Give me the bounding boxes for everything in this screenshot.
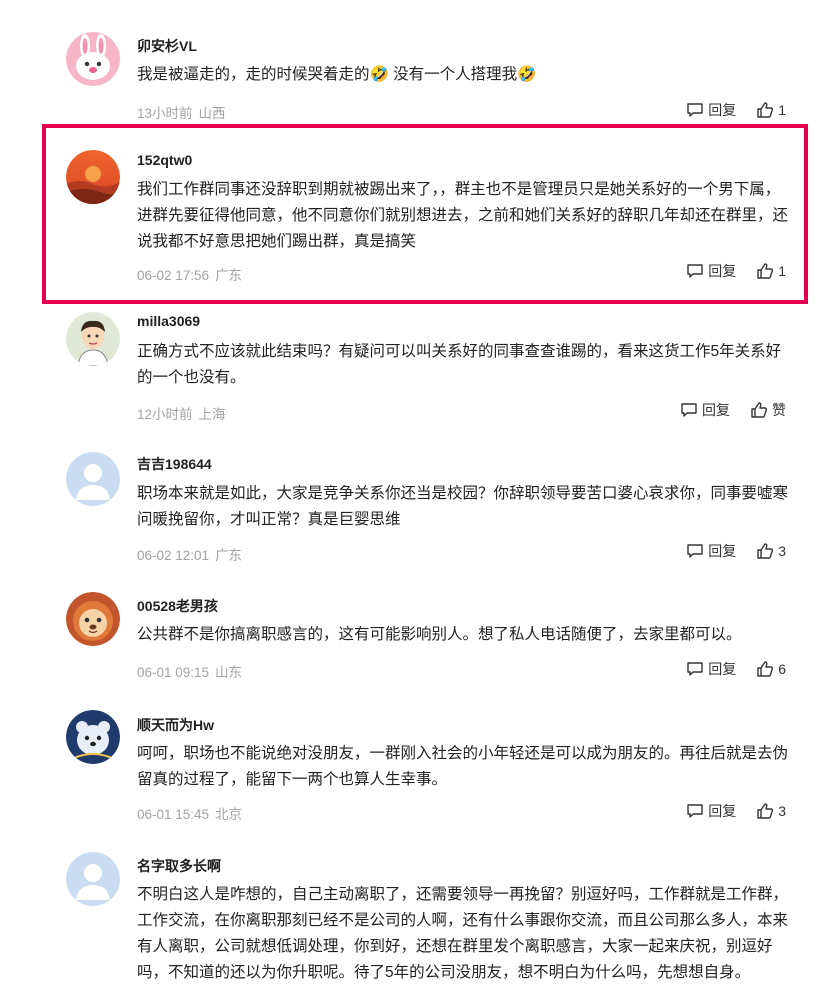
reply-icon (681, 403, 697, 417)
location: 山西 (198, 106, 226, 121)
default-avatar[interactable] (66, 852, 120, 906)
reply-label: 回复 (708, 661, 737, 677)
thumbs-up-icon (757, 803, 774, 819)
reply-icon (687, 264, 703, 278)
reply-label: 回复 (708, 543, 737, 559)
username[interactable]: 152qtw0 (137, 152, 192, 168)
like-button[interactable]: 3 (756, 542, 786, 560)
location: 北京 (215, 807, 243, 822)
reply-button[interactable]: 回复 (686, 801, 736, 821)
comment-actions: 回复 赞 (680, 400, 786, 420)
comment-text: 呵呵，职场也不能说绝对没朋友，一群刚入社会的小年轻还是可以成为朋友的。再往后就是… (137, 745, 789, 788)
comment-actions: 回复 6 (686, 659, 786, 679)
reply-icon (687, 662, 703, 676)
comment-meta: 06-02 12:01 广东 (137, 544, 242, 564)
like-count: 3 (778, 803, 786, 819)
reply-label: 回复 (708, 102, 737, 118)
timestamp: 06-01 09:15 (137, 665, 210, 680)
thumbs-up-icon (757, 661, 774, 677)
timestamp: 06-01 15:45 (137, 807, 210, 822)
comment-meta: 06-02 17:56 广东 (137, 264, 242, 284)
default-avatar[interactable] (66, 452, 120, 506)
reply-label: 回复 (708, 263, 737, 279)
reply-label: 回复 (702, 402, 730, 418)
reply-icon (687, 544, 703, 558)
comment-actions: 回复 1 (686, 100, 786, 120)
like-count: 3 (778, 543, 786, 559)
like-button[interactable]: 1 (756, 262, 786, 280)
reply-button[interactable]: 回复 (686, 541, 736, 561)
comment-meta: 12小时前 上海 (137, 403, 226, 423)
username[interactable]: 吉吉198644 (137, 454, 212, 474)
reply-button[interactable]: 回复 (686, 659, 736, 679)
username[interactable]: milla3069 (137, 313, 200, 329)
reply-button[interactable]: 回复 (686, 261, 736, 281)
comment-text: 我们工作群同事还没辞职到期就被踢出来了，，群主也不是管理员只是她关系好的一个男下… (137, 181, 789, 250)
like-count: 赞 (772, 402, 786, 418)
timestamp: 06-02 12:01 (137, 548, 210, 563)
comment-meta: 06-01 15:45 北京 (137, 803, 242, 823)
comment-text: 不明白这人是咋想的，自己主动离职了，还需要领导一再挽留？别逗好吗，工作群就是工作… (137, 886, 789, 981)
thumbs-up-icon (757, 543, 774, 559)
comment-text: 公共群不是你搞离职感言的，这有可能影响别人。想了私人电话随便了，去家里都可以。 (137, 626, 742, 643)
reply-button[interactable]: 回复 (686, 100, 736, 120)
reply-label: 回复 (708, 803, 737, 819)
username[interactable]: 00528老男孩 (137, 596, 218, 616)
location: 上海 (198, 407, 226, 422)
comment-meta: 13小时前 山西 (137, 102, 226, 122)
thumbs-up-icon (757, 263, 774, 279)
like-button[interactable]: 赞 (750, 400, 786, 420)
like-button[interactable]: 3 (756, 802, 786, 820)
reply-icon (687, 804, 703, 818)
location: 广东 (215, 268, 243, 283)
location: 山东 (215, 665, 243, 680)
timestamp: 12小时前 (137, 407, 193, 422)
reply-button[interactable]: 回复 (680, 400, 730, 420)
username[interactable]: 名字取多长啊 (137, 856, 221, 876)
username[interactable]: 卯安杉VL (137, 36, 197, 56)
reply-icon (687, 103, 703, 117)
like-count: 6 (778, 661, 786, 677)
username[interactable]: 顺天而为Hw (137, 715, 214, 735)
timestamp: 13小时前 (137, 106, 193, 121)
location: 广东 (215, 548, 243, 563)
cartoon-man-avatar[interactable] (66, 312, 120, 366)
like-button[interactable]: 6 (756, 660, 786, 678)
comment-meta: 06-01 09:15 山东 (137, 661, 242, 681)
comment-text: 正确方式不应该就此结束吗？有疑问可以叫关系好的同事查查谁踢的，看来这货工作5年关… (137, 343, 782, 386)
comment-actions: 回复 3 (686, 541, 786, 561)
like-count: 1 (778, 263, 786, 279)
rabbit-avatar[interactable] (66, 32, 120, 86)
comment-actions: 回复 1 (686, 261, 786, 281)
like-button[interactable]: 1 (756, 101, 786, 119)
timestamp: 06-02 17:56 (137, 268, 210, 283)
lion-avatar[interactable] (66, 592, 120, 646)
like-count: 1 (778, 102, 786, 118)
comment-actions: 回复 3 (686, 801, 786, 821)
sunset-avatar[interactable] (66, 150, 120, 204)
comment-text: 我是被逼走的，走的时候哭着走的🤣 没有一个人搭理我🤣 (137, 66, 537, 83)
comment-text: 职场本来就是如此，大家是竞争关系你还当是校园？你辞职领导要苦口婆心哀求你，同事要… (137, 485, 789, 528)
bear-avatar[interactable] (66, 710, 120, 764)
thumbs-up-icon (751, 402, 768, 418)
thumbs-up-icon (757, 102, 774, 118)
